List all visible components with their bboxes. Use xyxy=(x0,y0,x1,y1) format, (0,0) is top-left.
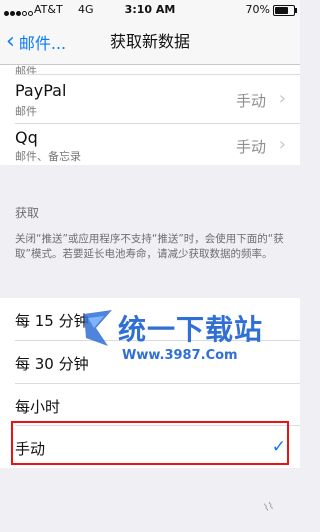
account-subtitle: 邮件 xyxy=(15,105,37,118)
navigation-bar: ‹ 邮件... 获取新数据 xyxy=(0,20,300,65)
account-fetch-value: 手动 xyxy=(235,92,266,110)
fetch-option-label: 每 30 分钟 xyxy=(15,355,89,373)
account-row-qq[interactable]: Qq 邮件、备忘录 手动 › xyxy=(0,124,300,165)
watermark: 统一下载站 Www.3987.Com xyxy=(82,304,282,370)
fetch-section-note: 关闭“推送”或应用程序不支持“推送”时，会使用下面的“获取”模式。若要延长电池寿… xyxy=(15,233,284,260)
highlight-box xyxy=(11,421,289,465)
chevron-right-icon: › xyxy=(278,88,286,109)
account-row-paypal[interactable]: PayPal 邮件 手动 › xyxy=(0,75,300,123)
page-title: 获取新数据 xyxy=(109,32,190,51)
battery-icon xyxy=(273,5,297,16)
corner-watermark: ⌇⌇ xyxy=(262,500,276,515)
battery-percentage: 70% xyxy=(245,3,270,16)
watermark-brand: 统一下载站 xyxy=(118,313,264,346)
fetch-option-label: 每 15 分钟 xyxy=(15,312,89,330)
watermark-url: Www.3987.Com xyxy=(122,348,238,363)
fetch-option-hourly[interactable]: 每小时 xyxy=(0,384,300,425)
chevron-right-icon: › xyxy=(278,134,286,155)
watermark-logo-icon xyxy=(84,310,112,346)
status-bar: AT&T 4G 3:10 AM 70% xyxy=(0,0,300,20)
fetch-option-label: 每小时 xyxy=(15,398,61,416)
fetch-section-header: 获取 xyxy=(15,206,40,220)
account-title: PayPal xyxy=(15,81,67,100)
accounts-list: 邮件 PayPal 邮件 手动 › Qq 邮件、备忘录 手动 › xyxy=(0,65,300,165)
account-subtitle: 邮件、备忘录 xyxy=(15,150,81,163)
account-fetch-value: 手动 xyxy=(235,138,266,156)
account-title: Qq xyxy=(15,128,38,147)
